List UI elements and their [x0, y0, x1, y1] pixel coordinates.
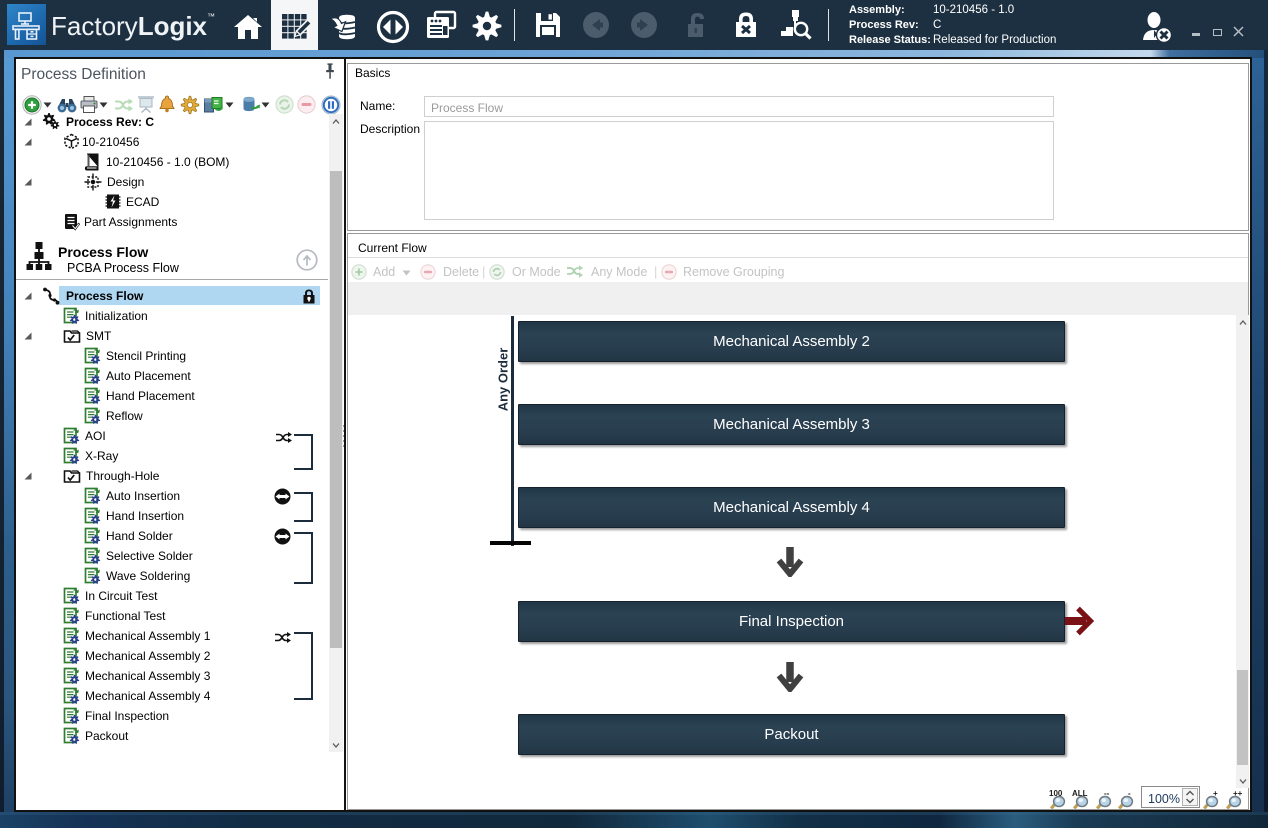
- svg-text:-: -: [1128, 789, 1131, 798]
- svg-text:ALL: ALL: [1072, 789, 1088, 798]
- svg-text:--: --: [1104, 789, 1110, 798]
- svg-text:100: 100: [1049, 789, 1063, 798]
- svg-text:+: +: [1213, 789, 1218, 798]
- svg-text:++: ++: [1233, 789, 1243, 798]
